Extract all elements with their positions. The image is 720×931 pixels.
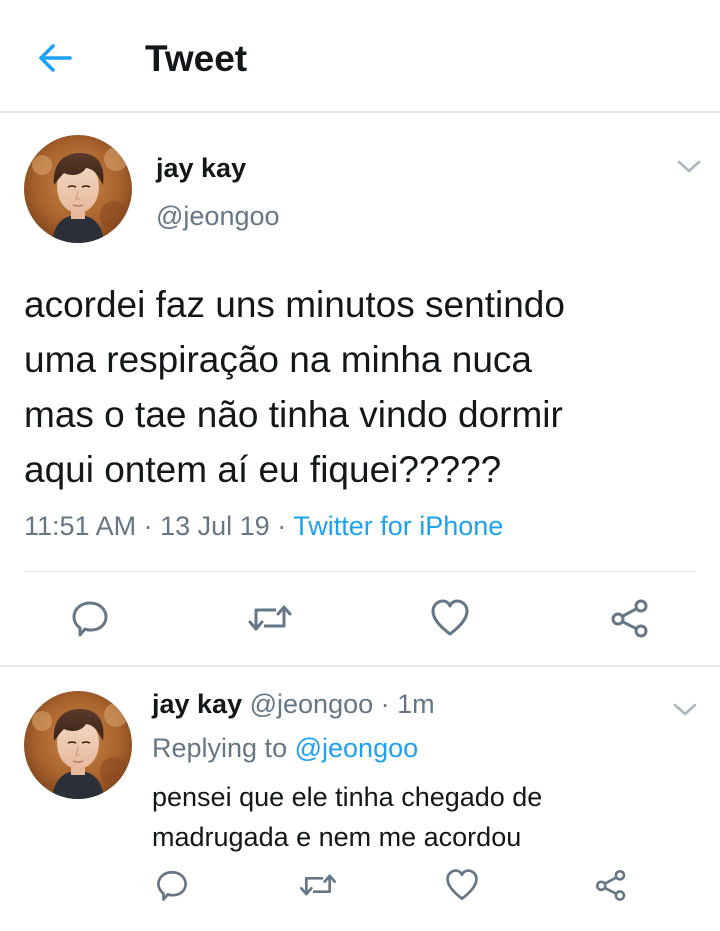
reply-button[interactable] [155,868,189,907]
share-button[interactable] [609,598,651,643]
reply-text-line: pensei que ele tinha chegado de [152,782,543,812]
reply-actions [0,868,720,904]
tweet-time: 11:51 AM [24,511,137,541]
retweet-button[interactable] [246,598,294,643]
reply-text-line: madrugada e nem me acordou [152,822,522,852]
reply-icon [72,601,108,637]
replying-label: Replying to [152,733,288,763]
tweet-text-line: uma respiração na minha nuca [24,339,533,380]
share-icon [595,869,626,901]
chevron-down-icon[interactable] [676,159,702,175]
like-button[interactable] [445,868,479,907]
tweet-text-line: mas o tae não tinha vindo dormir [24,394,563,435]
replying-to: Replying to @jeongoo [152,733,418,764]
tweet-source-link[interactable]: Twitter for iPhone [293,511,503,541]
like-icon [431,599,469,636]
reply-author-handle[interactable]: @jeongoo [250,689,374,719]
meta-separator: · [380,689,390,719]
reply-header: jay kay @jeongoo · 1m [152,689,435,720]
tweet-text-line: acordei faz uns minutos sentindo [24,284,565,325]
chevron-down-icon[interactable] [672,702,698,718]
meta-separator: · [277,511,287,541]
share-button[interactable] [594,868,628,907]
back-button[interactable] [34,38,78,78]
like-icon [446,869,478,900]
tweet-actions [0,598,720,638]
meta-separator: · [143,511,153,541]
divider [24,571,696,572]
share-icon [611,599,648,638]
page-title: Tweet [145,38,248,79]
author-name[interactable]: jay kay [156,153,246,184]
reply-text: pensei que ele tinha chegado de madrugad… [152,777,692,857]
reply-author-name[interactable]: jay kay [152,689,242,719]
retweet-icon [300,874,336,896]
avatar[interactable] [24,691,132,799]
reply-tweet[interactable]: jay kay @jeongoo · 1m Replying to @jeong… [0,667,720,931]
reply-time: 1m [397,689,435,719]
tweet-text-line: aqui ontem aí eu fiquei????? [24,449,502,490]
reply-button[interactable] [70,598,110,643]
retweet-button[interactable] [298,868,338,907]
tweet-meta: 11:51 AM · 13 Jul 19 · Twitter for iPhon… [24,511,503,542]
top-bar: Tweet [0,0,720,113]
main-tweet: jay kay @jeongoo acordei faz uns minutos… [0,113,720,666]
replying-to-link[interactable]: @jeongoo [295,733,419,763]
tweet-date: 13 Jul 19 [160,511,270,541]
tweet-text: acordei faz uns minutos sentindo uma res… [24,277,704,497]
avatar[interactable] [24,135,132,243]
author-handle[interactable]: @jeongoo [156,201,280,232]
reply-icon [157,870,187,901]
arrow-left-icon [39,44,72,72]
like-button[interactable] [430,598,470,643]
retweet-icon [248,605,292,631]
